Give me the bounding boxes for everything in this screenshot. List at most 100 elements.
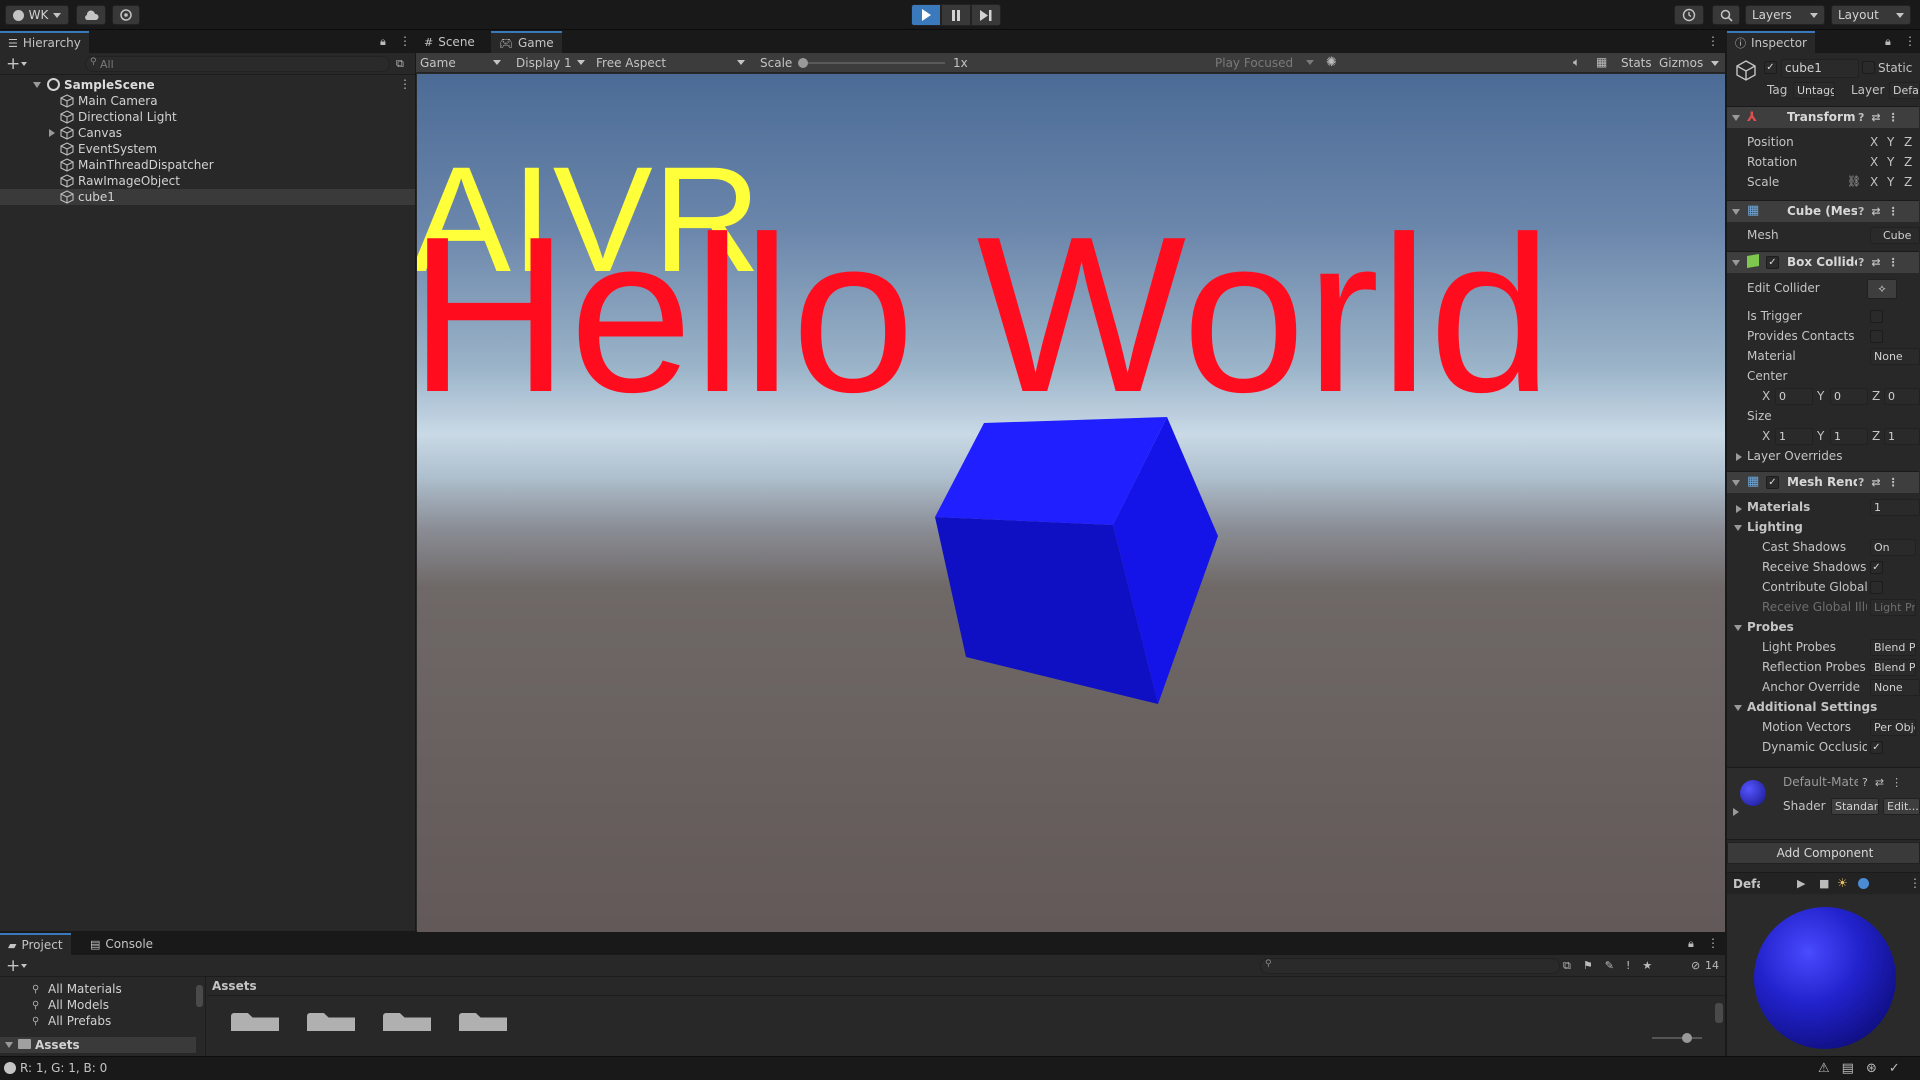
expand-triangle[interactable] [1734, 705, 1742, 711]
hierarchy-item[interactable]: MainThreadDispatcher [0, 157, 415, 173]
component-actions[interactable]: ? ⇄ ⋮ [1862, 776, 1902, 789]
shader-edit-button[interactable]: Edit... [1883, 798, 1920, 815]
layer-dropdown[interactable]: Default [1889, 82, 1920, 99]
folder-icon[interactable] [307, 1013, 355, 1031]
size-z-field[interactable]: 1 [1884, 428, 1920, 445]
component-actions[interactable]: ? ⇄ ⋮ [1858, 111, 1899, 124]
mesh-field[interactable]: Cube [1870, 227, 1920, 244]
play-focused-dropdown[interactable]: Play Focused [1211, 53, 1317, 73]
assets-breadcrumb[interactable]: Assets [212, 979, 257, 993]
box-collider-header[interactable]: ✓ Box Collider ?⇄⋮ [1727, 251, 1919, 273]
tab-scene[interactable]: # Scene [416, 31, 483, 53]
folder-icon[interactable] [459, 1013, 507, 1031]
center-z-field[interactable]: 0 [1884, 388, 1920, 405]
hierarchy-item[interactable]: RawImageObject [0, 173, 415, 189]
step-button[interactable] [971, 4, 1001, 26]
add-icon[interactable]: + [6, 956, 20, 976]
expand-triangle[interactable] [5, 1042, 13, 1048]
materials-count-field[interactable]: 1 [1870, 499, 1920, 516]
size-x-field[interactable]: 1 [1775, 428, 1813, 445]
favorite-item[interactable]: ⚲ All Models [0, 997, 190, 1013]
probes-foldout[interactable]: Probes [1747, 620, 1794, 634]
expand-triangle[interactable] [49, 129, 55, 137]
shader-dropdown[interactable]: Standard [1831, 798, 1879, 815]
icon-size-slider-thumb[interactable] [1682, 1033, 1692, 1043]
mesh-renderer-enabled-checkbox[interactable]: ✓ [1766, 476, 1779, 489]
search-button[interactable] [1712, 5, 1740, 25]
expand-triangle[interactable] [1736, 453, 1742, 461]
more-icon[interactable]: ⋮ [399, 77, 411, 91]
play-button[interactable] [911, 4, 941, 26]
hidden-packages-icon[interactable]: ⊘ [1691, 959, 1700, 972]
folder-icon[interactable] [231, 1013, 279, 1031]
light-probes-dropdown[interactable]: Blend Probes [1870, 639, 1916, 656]
project-filter-icons[interactable]: ⧉ ⚑ ✎! ★ [1563, 959, 1652, 973]
hierarchy-item[interactable]: cube1 [0, 189, 415, 205]
more-icon[interactable]: ⋮ [1904, 34, 1916, 48]
center-x-field[interactable]: 0 [1775, 388, 1813, 405]
hierarchy-item[interactable]: EventSystem [0, 141, 415, 157]
scene-visibility-icon[interactable]: ⧉ [396, 57, 404, 71]
preview-light-icon[interactable]: ☀ [1837, 876, 1848, 890]
aspect-dropdown[interactable]: Free Aspect [592, 53, 748, 73]
materials-foldout[interactable]: Materials [1747, 500, 1810, 514]
add-icon[interactable]: + [6, 54, 20, 74]
component-actions[interactable]: ? ⇄ ⋮ [1858, 205, 1899, 218]
lock-icon[interactable]: 🔒︎ [380, 35, 386, 49]
cast-shadows-dropdown[interactable]: On [1870, 539, 1916, 556]
tab-game[interactable]: 🎮︎ Game [491, 31, 562, 53]
hierarchy-search-input[interactable]: All [85, 56, 390, 72]
object-name-field[interactable]: cube1 [1781, 59, 1859, 78]
preview-sphere-dropdown[interactable] [1858, 878, 1869, 889]
cloud-button[interactable] [76, 5, 106, 25]
transform-header[interactable]: ⅄ Transform ? ⇄ ⋮ [1727, 106, 1919, 128]
expand-triangle[interactable] [33, 82, 41, 88]
expand-triangle[interactable] [1734, 625, 1742, 631]
favorite-item[interactable]: ⚲ All Prefabs [0, 1013, 190, 1029]
receive-shadows-checkbox[interactable]: ✓ [1870, 561, 1883, 574]
more-icon[interactable]: ⋮ [1909, 876, 1920, 890]
scale-slider[interactable] [798, 58, 945, 68]
project-search-input[interactable] [1260, 958, 1560, 974]
tab-project[interactable]: ▰ Project [0, 933, 71, 955]
hierarchy-item[interactable]: Directional Light [0, 109, 415, 125]
icon-size-slider[interactable] [1652, 1033, 1702, 1043]
contribute-gi-checkbox[interactable] [1870, 581, 1883, 594]
resolution-icon[interactable]: ▦ [1596, 55, 1607, 69]
history-button[interactable] [1674, 5, 1704, 25]
tag-dropdown[interactable]: Untagged [1793, 82, 1835, 99]
folder-icon[interactable] [383, 1013, 431, 1031]
more-icon[interactable]: ⋮ [1707, 936, 1719, 950]
layers-dropdown[interactable]: Layers [1745, 5, 1825, 25]
anchor-override-field[interactable]: None [1870, 679, 1920, 696]
lock-icon[interactable]: 🔒︎ [1885, 35, 1891, 49]
tree-scrollbar[interactable] [196, 985, 203, 1007]
scale-slider-thumb[interactable] [798, 58, 808, 68]
expand-triangle[interactable] [1734, 525, 1742, 531]
expand-triangle[interactable] [1733, 808, 1739, 816]
component-actions[interactable]: ? ⇄ ⋮ [1858, 476, 1899, 489]
add-component-button[interactable]: Add Component [1727, 842, 1920, 864]
layout-dropdown[interactable]: Layout [1831, 5, 1911, 25]
status-icons[interactable]: ⚠ ▤ ⊛ ✓ [1818, 1061, 1900, 1076]
edit-collider-button[interactable]: ⟡ [1867, 279, 1897, 299]
reflection-probes-dropdown[interactable]: Blend Probes [1870, 659, 1916, 676]
layer-overrides-foldout[interactable]: Layer Overrides [1747, 449, 1842, 463]
additional-settings-foldout[interactable]: Additional Settings [1747, 700, 1877, 714]
tab-inspector[interactable]: ⓘ Inspector [1727, 31, 1815, 53]
assets-tree-row[interactable]: Assets [0, 1037, 196, 1053]
display-dropdown[interactable]: Display 1 [512, 53, 588, 73]
size-y-field[interactable]: 1 [1830, 428, 1868, 445]
chevron-down-icon[interactable] [1711, 61, 1719, 66]
motion-vectors-dropdown[interactable]: Per Object Motion [1870, 719, 1916, 736]
more-icon[interactable]: ⋮ [1707, 34, 1719, 48]
component-actions[interactable]: ? ⇄ ⋮ [1858, 256, 1899, 269]
account-dropdown[interactable]: WK [5, 5, 69, 25]
more-icon[interactable]: ⋮ [399, 34, 411, 48]
hierarchy-item[interactable]: Canvas [0, 125, 415, 141]
scene-row[interactable]: SampleScene ⋮ [0, 77, 415, 93]
stats-button[interactable]: Stats [1621, 56, 1652, 70]
preview-play-icon[interactable]: ▶ [1797, 877, 1805, 890]
link-icon[interactable]: ⛓︎ [1847, 175, 1861, 188]
lighting-foldout[interactable]: Lighting [1747, 520, 1803, 534]
